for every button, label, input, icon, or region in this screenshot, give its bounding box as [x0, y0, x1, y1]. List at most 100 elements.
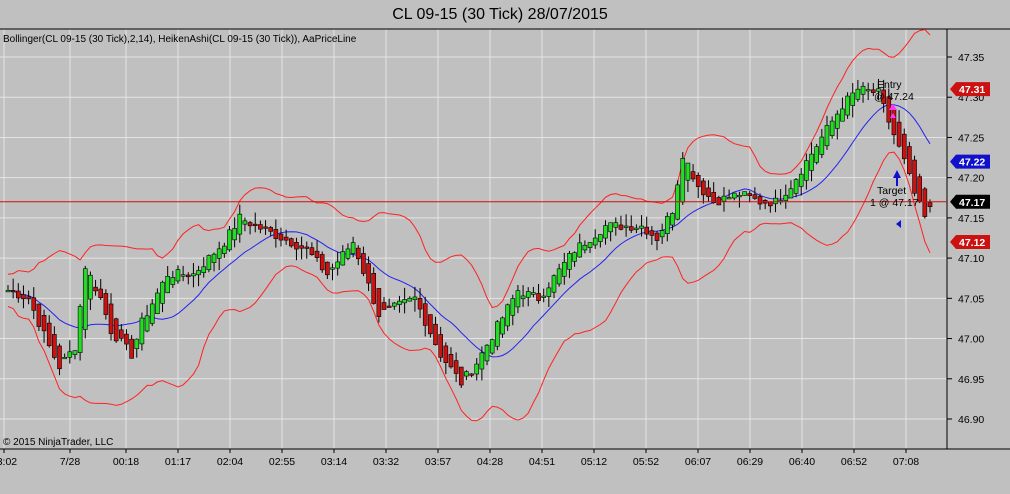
candle-body: [268, 227, 273, 232]
candle-body: [46, 322, 52, 347]
candle-body: [124, 333, 129, 345]
candle-body: [695, 175, 701, 187]
candle-body: [845, 95, 850, 116]
candle-body: [783, 194, 789, 202]
candle-body: [283, 236, 289, 241]
y-tick-label: 47.00: [958, 334, 984, 346]
candle-body: [536, 293, 541, 301]
candle-body: [129, 338, 134, 359]
candle-body: [206, 255, 212, 271]
candle-body: [422, 303, 428, 326]
candle-body: [67, 351, 73, 358]
candle-body: [510, 298, 516, 316]
candle-body: [309, 247, 315, 255]
x-tick-label: 06:29: [737, 456, 763, 468]
candle-body: [211, 253, 217, 263]
candle-body: [350, 242, 356, 254]
candle-body: [319, 254, 325, 271]
candle-body: [665, 216, 670, 234]
candle-body: [21, 294, 26, 300]
y-tick-label: 47.10: [958, 253, 984, 265]
candle-body: [402, 299, 407, 304]
x-tick-label: 06:40: [789, 456, 815, 468]
candle-body: [850, 92, 856, 106]
candle-body: [860, 85, 866, 95]
candle-body: [798, 173, 804, 187]
candle-body: [57, 345, 62, 370]
candle-body: [41, 314, 47, 332]
chart-title: CL 09-15 (30 Tick) 28/07/2015: [392, 6, 608, 23]
candle-body: [216, 248, 222, 259]
candle-body: [144, 315, 150, 332]
candle-body: [16, 290, 21, 299]
candle-body: [896, 121, 902, 147]
candle-body: [288, 238, 294, 247]
price-tag-label: 47.31: [959, 84, 985, 96]
candle-body: [397, 300, 402, 305]
candle-body: [417, 298, 423, 310]
candle-body: [829, 120, 835, 136]
candle-body: [628, 226, 634, 231]
candle-body: [134, 338, 140, 349]
candle-body: [587, 242, 593, 248]
candle-body: [927, 202, 933, 207]
candle-body: [252, 223, 258, 226]
candle-body: [489, 339, 495, 354]
candle-body: [371, 273, 377, 304]
candle-body: [834, 113, 840, 129]
candle-body: [381, 302, 387, 310]
candle-body: [690, 171, 696, 180]
candle-body: [196, 270, 201, 276]
entry-annotation-price: @ 47.24: [874, 91, 914, 103]
candle-body: [407, 297, 413, 302]
x-tick-label: 02:04: [217, 456, 243, 468]
candle-body: [52, 334, 57, 358]
candle-body: [433, 323, 438, 346]
candle-body: [495, 321, 500, 347]
candle-body: [428, 314, 433, 335]
candle-body: [443, 345, 449, 364]
candle-body: [325, 261, 330, 276]
candle-body: [201, 266, 207, 273]
candle-body: [788, 188, 794, 199]
candle-body: [592, 237, 598, 246]
candle-body: [608, 222, 613, 233]
candle-body: [247, 222, 253, 227]
candle-body: [525, 291, 531, 298]
candle-body: [299, 245, 304, 249]
candle-body: [556, 268, 562, 285]
candle-body: [62, 356, 67, 360]
candle-body: [10, 290, 16, 293]
x-tick-label: 02:55: [269, 456, 295, 468]
candle-body: [392, 302, 397, 307]
candle-body: [185, 274, 191, 278]
x-tick-label: 03:14: [321, 456, 347, 468]
candle-body: [139, 317, 145, 345]
y-tick-label: 47.05: [958, 293, 984, 305]
candle-body: [82, 268, 88, 330]
candle-body: [464, 371, 469, 377]
candle-body: [278, 233, 284, 241]
candle-body: [237, 213, 243, 235]
candle-body: [469, 373, 474, 376]
candle-body: [639, 225, 644, 229]
candle-body: [314, 250, 320, 259]
candle-body: [768, 201, 773, 207]
candle-body: [721, 195, 727, 202]
candle-body: [98, 288, 104, 299]
candle-body: [175, 269, 181, 282]
candle-body: [912, 159, 917, 194]
candle-body: [731, 192, 737, 199]
candle-body: [598, 234, 603, 242]
candle-body: [582, 244, 588, 251]
candle-body: [160, 281, 165, 304]
candle-body: [108, 303, 114, 334]
candle-body: [567, 253, 572, 270]
candle-body: [824, 125, 830, 147]
y-tick-label: 46.95: [958, 374, 984, 386]
y-tick-label: 47.20: [958, 173, 984, 185]
candle-body: [155, 292, 160, 314]
candle-body: [149, 303, 155, 324]
candle-body: [222, 245, 227, 254]
candle-body: [258, 224, 263, 230]
